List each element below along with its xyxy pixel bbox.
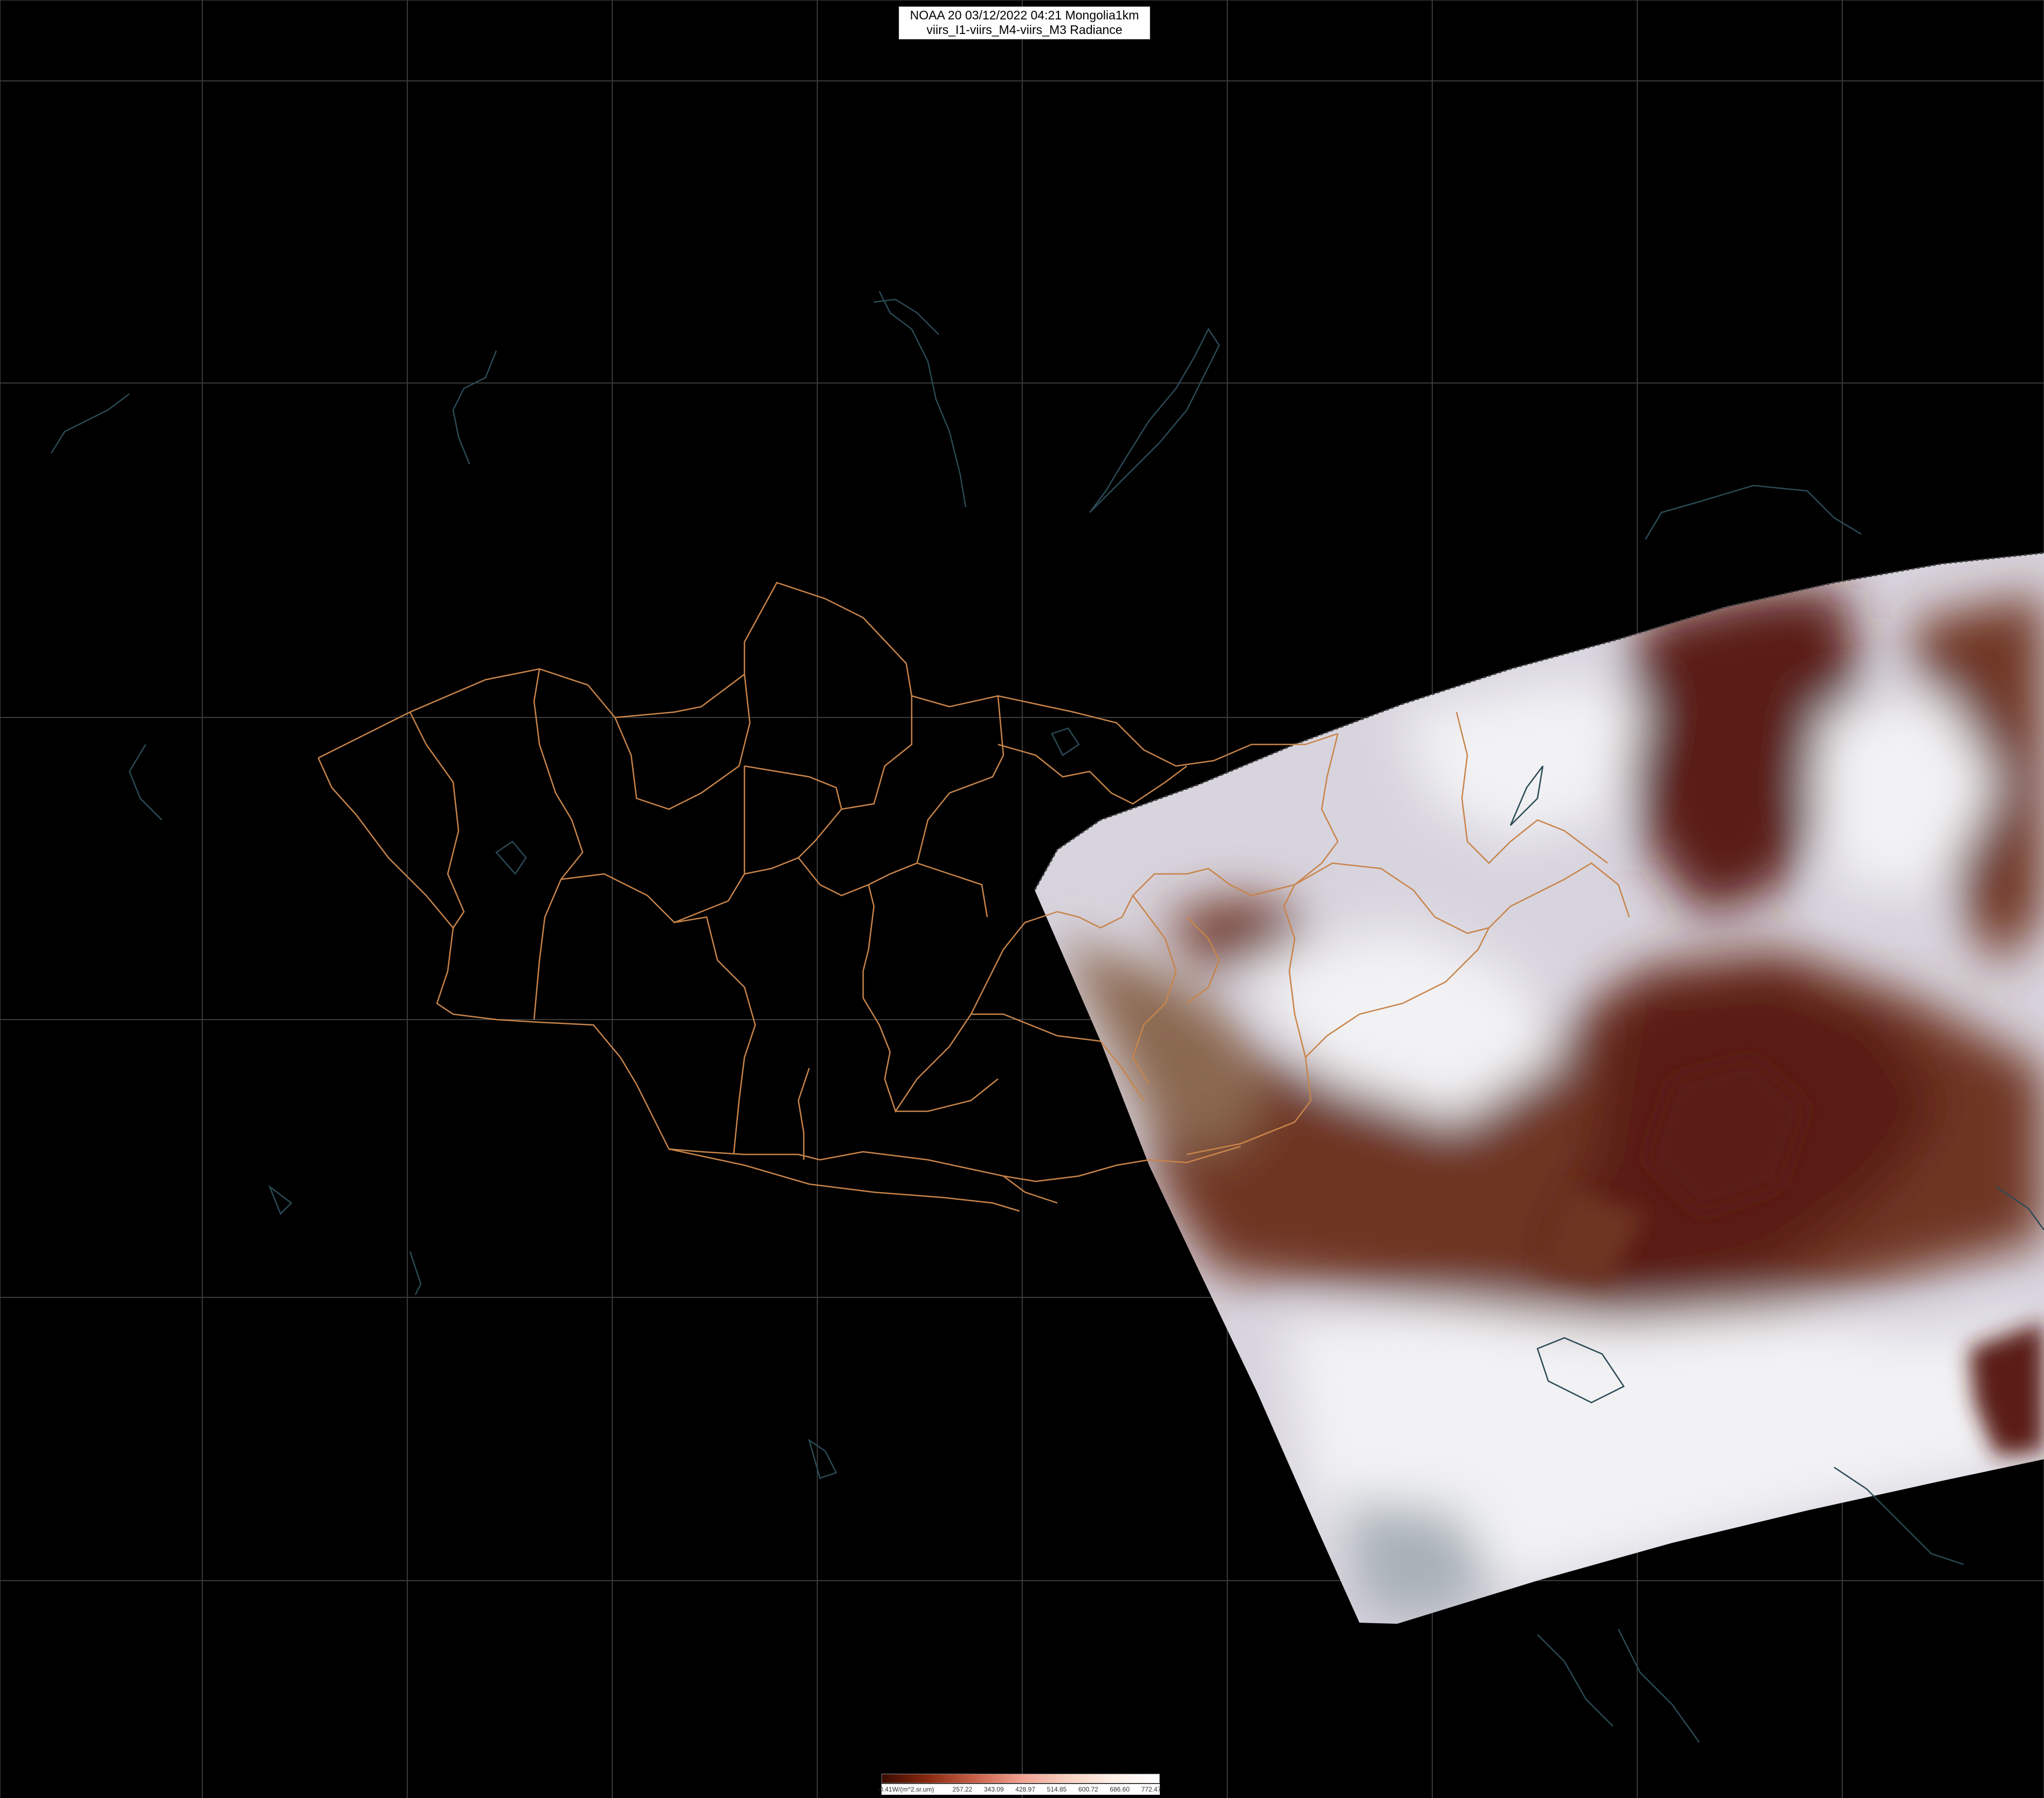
colorbar-gradient <box>881 1774 1160 1783</box>
coastline-path <box>1537 1634 1614 1727</box>
coastline-path <box>878 291 967 508</box>
coastline-path <box>50 393 130 454</box>
boundary-path <box>744 696 913 810</box>
colorbar-tick-label: 600.72 <box>1078 1786 1098 1793</box>
boundary-path <box>916 695 1004 864</box>
boundary-path <box>997 743 1187 805</box>
colorbar-tick-label: 343.09 <box>983 1786 1004 1793</box>
boundary-path <box>862 884 1058 1113</box>
coastline-path <box>808 1439 837 1479</box>
coastline-path <box>1617 1629 1700 1743</box>
boundary-path <box>797 1068 810 1160</box>
coastline-path <box>409 1251 422 1295</box>
boundary-path <box>317 757 1058 1204</box>
coastline-path <box>1089 327 1220 513</box>
colorbar-labels: -0.41W/(m^2.sr.um) 257.22 343.09 428.97 514… <box>877 1784 1161 1795</box>
colorbar-unit-label: -0.41W/(m^2.sr.um) <box>877 1786 934 1793</box>
colorbar-tick-label: 428.97 <box>1015 1786 1036 1793</box>
colorbar-tick-label: 686.60 <box>1110 1786 1130 1793</box>
boundary-path <box>668 1148 1020 1212</box>
boundary-path <box>895 1078 999 1112</box>
map-title-line2: viirs_I1-viirs_M4-viirs_M3 Radiance <box>926 23 1123 37</box>
boundary-path <box>674 916 756 1155</box>
colorbar-tick-label: 257.22 <box>952 1786 973 1793</box>
boundary-path <box>318 582 1338 767</box>
boundary-path <box>409 712 465 928</box>
map-title-box: NOAA 20 03/12/2022 04:21 Mongolia1km vii… <box>899 6 1150 39</box>
boundary-path <box>614 674 751 810</box>
coastline-path <box>1644 484 1862 540</box>
coastline-path <box>128 744 162 821</box>
coastline-path <box>452 350 497 464</box>
colorbar-tick-label: 772.47 <box>1141 1786 1161 1793</box>
boundary-path <box>798 857 988 918</box>
satellite-map <box>0 0 2044 1798</box>
coastline-path <box>268 1185 292 1215</box>
boundary-path <box>744 809 842 875</box>
coastline-path <box>1051 727 1080 756</box>
map-title-line1: NOAA 20 03/12/2022 04:21 Mongolia1km <box>910 8 1139 22</box>
boundary-path <box>560 766 746 924</box>
coastline-path <box>873 298 939 335</box>
colorbar-tick-label: 514.85 <box>1047 1786 1067 1793</box>
satellite-swath-image <box>1035 553 2044 1624</box>
radiance-colorbar: -0.41W/(m^2.sr.um) 257.22 343.09 428.97 514… <box>877 1774 1161 1795</box>
coastline-path <box>495 840 527 876</box>
boundary-path <box>533 668 584 1020</box>
